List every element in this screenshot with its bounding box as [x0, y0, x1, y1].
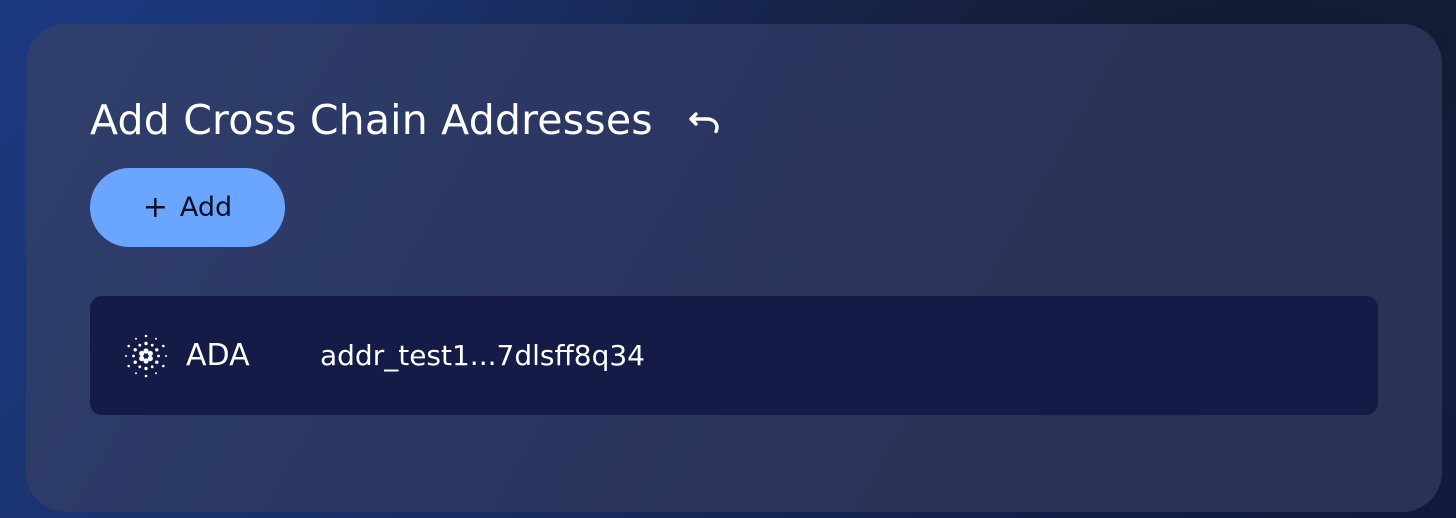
- cardano-icon: [122, 332, 170, 380]
- add-button-label: Add: [179, 192, 233, 223]
- header-row: Add Cross Chain Addresses: [90, 94, 727, 146]
- undo-icon[interactable]: [683, 98, 727, 142]
- address-row[interactable]: ADA addr_test1...7dlsff8q34: [90, 296, 1378, 415]
- address-value: addr_test1...7dlsff8q34: [320, 339, 645, 372]
- page-title: Add Cross Chain Addresses: [90, 96, 653, 144]
- add-address-button[interactable]: + Add: [90, 168, 285, 247]
- cross-chain-addresses-card: Add Cross Chain Addresses + Add ADA addr…: [26, 24, 1442, 512]
- chain-symbol: ADA: [186, 338, 250, 373]
- plus-icon: +: [142, 189, 168, 225]
